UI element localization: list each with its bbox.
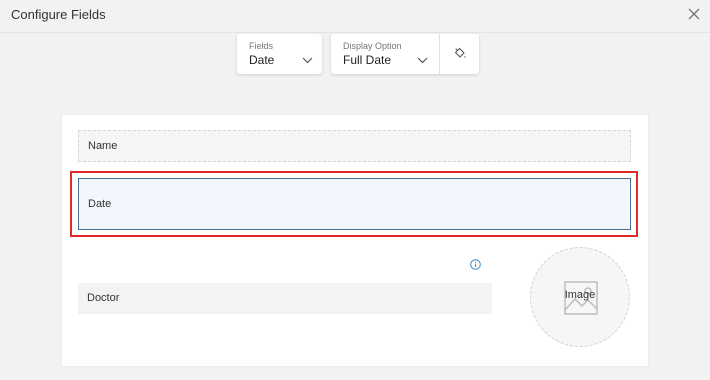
display-option-value: Full Date [343, 53, 392, 67]
display-option-dropdown-group: Display Option Full Date [331, 34, 479, 74]
info-icon[interactable] [470, 259, 481, 270]
style-button[interactable] [440, 34, 479, 74]
name-field[interactable]: Name [78, 130, 631, 162]
display-option-label: Display Option [343, 41, 402, 51]
main-area: Fields Date Display Option Full Date Nam… [0, 34, 710, 380]
fields-dropdown[interactable]: Fields Date [237, 34, 322, 74]
dialog-title: Configure Fields [11, 7, 106, 22]
name-field-label: Name [88, 140, 118, 152]
doctor-field-label: Doctor [87, 292, 120, 304]
fields-dropdown-label: Fields [249, 41, 274, 51]
dialog-header: Configure Fields [0, 0, 710, 33]
chevron-down-icon [417, 57, 428, 64]
image-placeholder[interactable]: Image [530, 247, 630, 347]
chevron-down-icon [302, 57, 313, 64]
date-field-label: Date [88, 198, 112, 210]
doctor-field[interactable]: Doctor [78, 283, 492, 314]
paint-bucket-icon [454, 47, 466, 58]
image-label: Image [564, 289, 596, 301]
layout-canvas: Name Date Doctor Image [62, 115, 648, 366]
close-icon[interactable] [686, 6, 702, 22]
fields-dropdown-value: Date [249, 53, 275, 67]
date-field[interactable]: Date [78, 178, 631, 230]
